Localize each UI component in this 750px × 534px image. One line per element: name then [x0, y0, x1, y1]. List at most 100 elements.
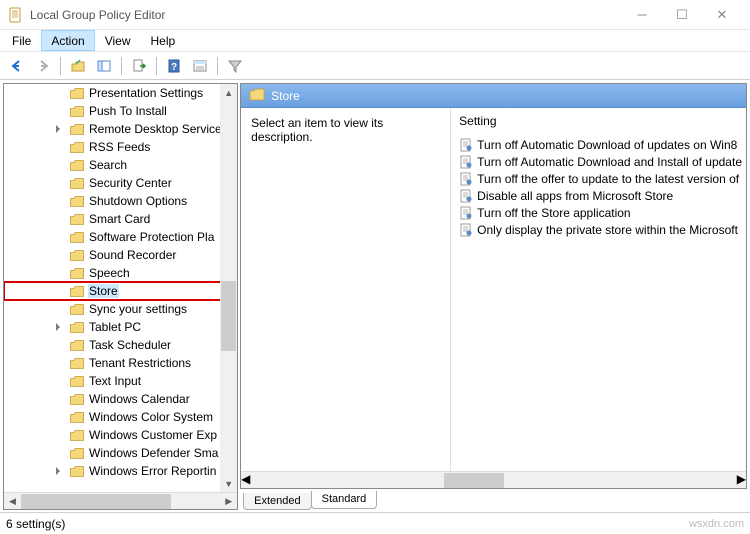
setting-label: Turn off Automatic Download and Install … — [477, 155, 742, 169]
tree-item[interactable]: Smart Card — [4, 210, 237, 228]
tree-item[interactable]: Windows Defender Sma — [4, 444, 237, 462]
tree-item[interactable]: Sound Recorder — [4, 246, 237, 264]
export-button[interactable] — [128, 55, 150, 77]
tree-item[interactable]: Shutdown Options — [4, 192, 237, 210]
detail-header: Store — [241, 84, 746, 108]
scroll-left-arrow[interactable]: ◀ — [4, 493, 21, 510]
filter-button[interactable] — [224, 55, 246, 77]
scroll-right-arrow[interactable]: ▶ — [220, 493, 237, 510]
tree-item[interactable]: RSS Feeds — [4, 138, 237, 156]
scroll-left-arrow[interactable]: ◀ — [241, 472, 250, 488]
scroll-track[interactable] — [250, 472, 736, 488]
tree-view[interactable]: Presentation Settings Push To Install Remo… — [4, 84, 237, 492]
scroll-track[interactable] — [21, 493, 220, 510]
properties-button[interactable] — [189, 55, 211, 77]
tree-item-label: Windows Color System — [88, 410, 214, 424]
tree-item-label: Windows Defender Sma — [88, 446, 219, 460]
tree-item[interactable]: Remote Desktop Service — [4, 120, 237, 138]
toolbar-separator — [156, 57, 157, 75]
setting-label: Turn off the offer to update to the late… — [477, 172, 739, 186]
tree-pane: Presentation Settings Push To Install Remo… — [3, 83, 238, 510]
tree-item[interactable]: Store — [4, 282, 237, 300]
tree-item[interactable]: Task Scheduler — [4, 336, 237, 354]
tree-item-label: Tablet PC — [88, 320, 142, 334]
tree-item-label: Store — [88, 284, 119, 298]
tree-item-label: Smart Card — [88, 212, 151, 226]
tree-item[interactable]: Windows Customer Exp — [4, 426, 237, 444]
setting-item[interactable]: Turn off Automatic Download and Install … — [455, 153, 742, 170]
setting-label: Turn off Automatic Download of updates o… — [477, 138, 737, 152]
tree-item-label: Sound Recorder — [88, 248, 177, 262]
scroll-up-arrow[interactable]: ▲ — [220, 84, 237, 101]
scroll-thumb[interactable] — [444, 473, 504, 488]
detail-title: Store — [271, 89, 300, 103]
detail-horizontal-scrollbar[interactable]: ◀ ▶ — [241, 471, 746, 488]
tree-item[interactable]: Windows Color System — [4, 408, 237, 426]
tree-item[interactable]: Software Protection Pla — [4, 228, 237, 246]
tree-item[interactable]: Security Center — [4, 174, 237, 192]
forward-button[interactable] — [32, 55, 54, 77]
tree-item-label: Shutdown Options — [88, 194, 188, 208]
setting-item[interactable]: Only display the private store within th… — [455, 221, 742, 238]
main-content: Presentation Settings Push To Install Remo… — [0, 80, 750, 512]
minimize-button[interactable]: ─ — [622, 1, 662, 29]
description-column: Select an item to view its description. — [241, 108, 451, 471]
up-button[interactable] — [67, 55, 89, 77]
svg-text:?: ? — [171, 62, 177, 73]
statusbar: 6 setting(s) wsxdn.com — [0, 512, 750, 534]
back-button[interactable] — [6, 55, 28, 77]
scroll-right-arrow[interactable]: ▶ — [737, 472, 746, 488]
menu-action[interactable]: Action — [41, 30, 94, 51]
scroll-down-arrow[interactable]: ▼ — [220, 475, 237, 492]
folder-icon — [249, 88, 265, 104]
setting-item[interactable]: Turn off Automatic Download of updates o… — [455, 136, 742, 153]
tree-item-label: Software Protection Pla — [88, 230, 215, 244]
status-text: 6 setting(s) — [6, 517, 65, 531]
tree-vertical-scrollbar[interactable]: ▲ ▼ — [220, 84, 237, 492]
tree-item[interactable]: Search — [4, 156, 237, 174]
tab-standard[interactable]: Standard — [311, 491, 378, 509]
menu-view[interactable]: View — [95, 30, 141, 51]
close-button[interactable]: ✕ — [702, 1, 742, 29]
settings-column-header[interactable]: Setting — [451, 108, 746, 136]
maximize-button[interactable]: ☐ — [662, 1, 702, 29]
scroll-thumb[interactable] — [21, 494, 171, 509]
tree-item[interactable]: Windows Calendar — [4, 390, 237, 408]
scroll-track[interactable] — [220, 101, 237, 475]
tree-item[interactable]: Text Input — [4, 372, 237, 390]
detail-columns: Select an item to view its description. … — [241, 108, 746, 471]
menu-help[interactable]: Help — [141, 30, 186, 51]
tree-item-label: Windows Customer Exp — [88, 428, 218, 442]
tree-item[interactable]: Tablet PC — [4, 318, 237, 336]
tree-item[interactable]: Presentation Settings — [4, 84, 237, 102]
tree-item[interactable]: Windows Error Reportin — [4, 462, 237, 480]
setting-item[interactable]: Disable all apps from Microsoft Store — [455, 187, 742, 204]
window-title: Local Group Policy Editor — [30, 8, 622, 22]
tree-item-label: Task Scheduler — [88, 338, 172, 352]
tree-item[interactable]: Tenant Restrictions — [4, 354, 237, 372]
toolbar-separator — [60, 57, 61, 75]
show-hide-tree-button[interactable] — [93, 55, 115, 77]
toolbar: ? — [0, 52, 750, 80]
tree-item[interactable]: Push To Install — [4, 102, 237, 120]
tree-item-label: Remote Desktop Service — [88, 122, 223, 136]
settings-column: Setting Turn off Automatic Download of u… — [451, 108, 746, 471]
tree-item-label: Presentation Settings — [88, 86, 204, 100]
setting-item[interactable]: Turn off the offer to update to the late… — [455, 170, 742, 187]
tree-item[interactable]: Speech — [4, 264, 237, 282]
setting-label: Only display the private store within th… — [477, 223, 738, 237]
tree-item[interactable]: Sync your settings — [4, 300, 237, 318]
tree-item-label: Sync your settings — [88, 302, 188, 316]
menu-file[interactable]: File — [2, 30, 41, 51]
tab-extended[interactable]: Extended — [243, 493, 311, 510]
setting-item[interactable]: Turn off the Store application — [455, 204, 742, 221]
tree-horizontal-scrollbar[interactable]: ◀ ▶ — [4, 492, 237, 509]
scroll-thumb[interactable] — [221, 281, 236, 351]
settings-list[interactable]: Turn off Automatic Download of updates o… — [451, 136, 746, 238]
help-button[interactable]: ? — [163, 55, 185, 77]
setting-label: Turn off the Store application — [477, 206, 630, 220]
description-text: Select an item to view its description. — [251, 116, 383, 144]
titlebar: Local Group Policy Editor ─ ☐ ✕ — [0, 0, 750, 30]
tree-item-label: RSS Feeds — [88, 140, 151, 154]
tree-item-label: Windows Calendar — [88, 392, 191, 406]
